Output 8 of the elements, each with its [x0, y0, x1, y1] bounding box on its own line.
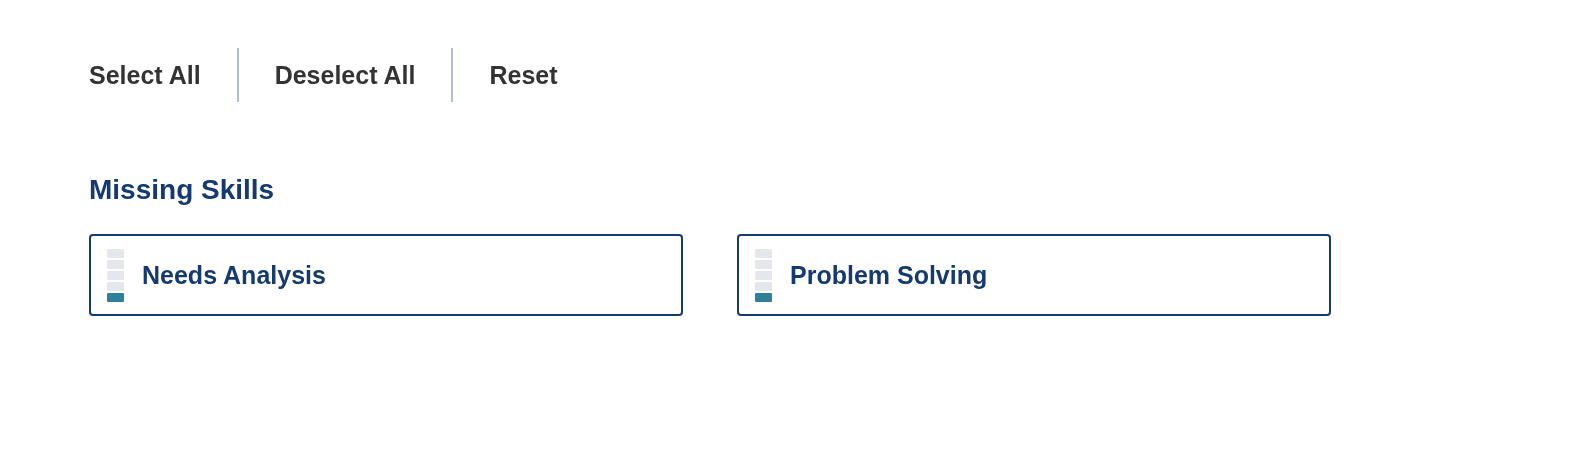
action-button[interactable]: Select All — [89, 60, 201, 90]
action-button[interactable]: Reset — [489, 60, 558, 90]
skill-name: Problem Solving — [790, 260, 988, 290]
skill-card[interactable]: Needs Analysis — [89, 234, 683, 316]
skill-name: Needs Analysis — [142, 260, 326, 290]
skill-card[interactable]: Problem Solving — [737, 234, 1331, 316]
action-button[interactable]: Deselect All — [274, 60, 416, 90]
section-heading: Missing Skills — [89, 173, 276, 207]
